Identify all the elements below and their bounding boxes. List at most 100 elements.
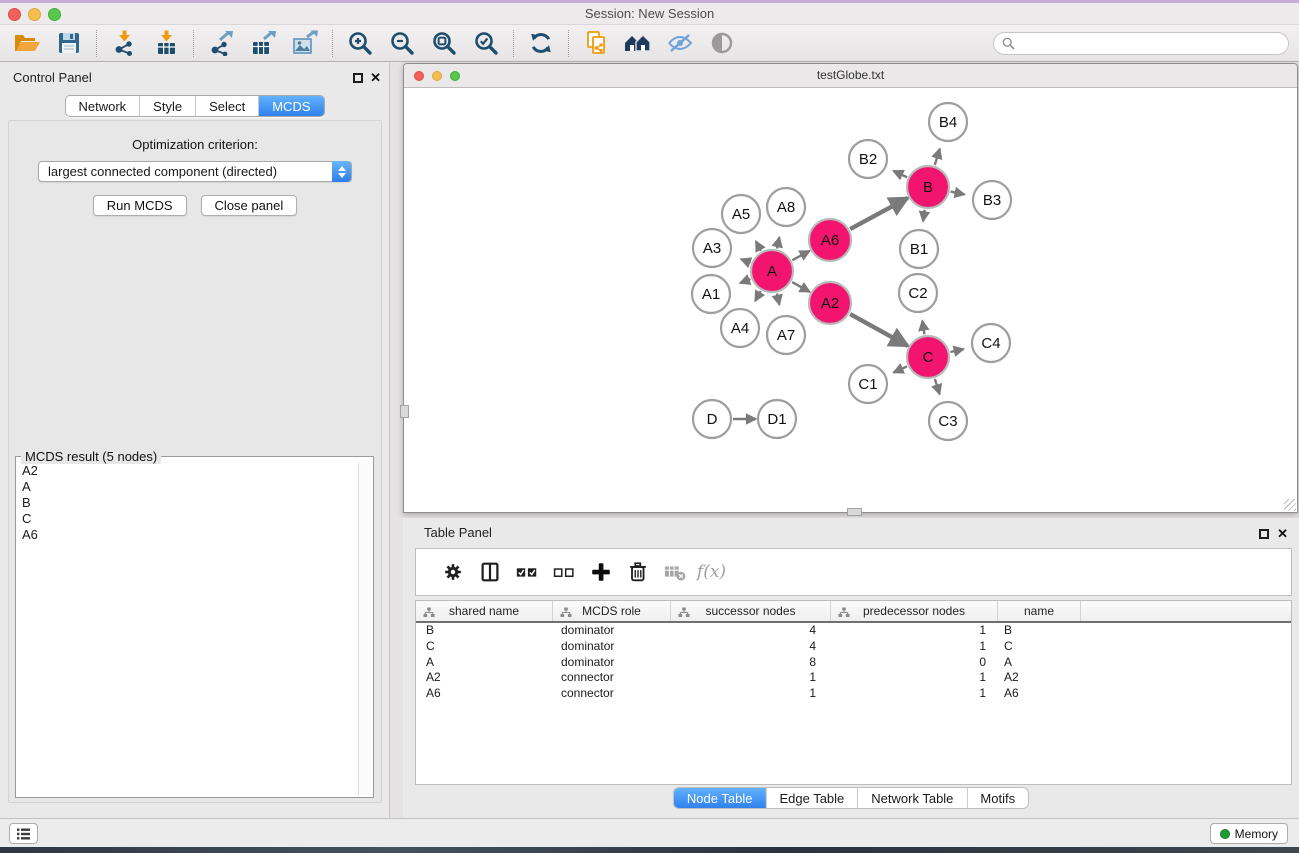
hide-panel-eye-slash-icon[interactable] (659, 28, 701, 59)
graph-node-D[interactable]: D (693, 400, 731, 438)
export-network-icon[interactable] (200, 28, 242, 59)
zoom-selected-icon[interactable] (465, 28, 507, 59)
graph-edge-A-A3[interactable] (741, 259, 751, 263)
float-panel-icon[interactable] (353, 73, 363, 83)
graph-node-B1[interactable]: B1 (900, 230, 938, 268)
cell-predecessor-nodes[interactable]: 1 (831, 639, 998, 655)
graph-edge-A-A6[interactable] (792, 251, 809, 260)
cell-shared-name[interactable]: B (416, 623, 553, 639)
graph-edge-A-A5[interactable] (756, 241, 761, 251)
tab-style[interactable]: Style (139, 96, 195, 116)
graph-edge-A2-C[interactable] (850, 314, 908, 346)
select-all-icon[interactable] (508, 555, 545, 589)
network-minimize-button[interactable] (432, 71, 442, 81)
tab-motifs[interactable]: Motifs (966, 788, 1028, 808)
graph-edge-A-A4[interactable] (755, 291, 761, 301)
graph-node-A5[interactable]: A5 (722, 195, 760, 233)
cell-successor-nodes[interactable]: 4 (671, 623, 831, 639)
cell-shared-name[interactable]: A2 (416, 670, 553, 686)
graph-node-B[interactable]: B (907, 166, 949, 208)
zoom-fit-icon[interactable] (423, 28, 465, 59)
zoom-window-button[interactable] (48, 8, 61, 21)
cell-predecessor-nodes[interactable]: 1 (831, 670, 998, 686)
graph-node-A2[interactable]: A2 (809, 282, 851, 324)
network-close-button[interactable] (414, 71, 424, 81)
graph-node-B4[interactable]: B4 (929, 103, 967, 141)
column-header-shared-name[interactable]: shared name (416, 601, 553, 621)
save-session-icon[interactable] (48, 28, 90, 59)
graph-node-C4[interactable]: C4 (972, 324, 1010, 362)
vertical-scroll-thumb[interactable] (400, 405, 409, 418)
column-header-successor-nodes[interactable]: successor nodes (671, 601, 831, 621)
cell-successor-nodes[interactable]: 1 (671, 670, 831, 686)
graph-node-C2[interactable]: C2 (899, 274, 937, 312)
task-history-button[interactable] (9, 823, 38, 844)
table-row-a6[interactable]: A6connector11A6 (416, 686, 1291, 702)
result-item-b[interactable]: B (18, 495, 357, 511)
graph-node-A8[interactable]: A8 (767, 188, 805, 226)
import-table-icon[interactable] (145, 28, 187, 59)
column-header-predecessor-nodes[interactable]: predecessor nodes (831, 601, 998, 621)
import-network-icon[interactable] (103, 28, 145, 59)
tab-network[interactable]: Network (65, 96, 139, 116)
result-item-c[interactable]: C (18, 511, 357, 527)
memory-button[interactable]: Memory (1210, 823, 1288, 844)
float-table-panel-icon[interactable] (1259, 529, 1269, 539)
tab-edge-table[interactable]: Edge Table (765, 788, 857, 808)
column-header-name[interactable]: name (998, 601, 1081, 621)
graph-edge-A6-B[interactable] (850, 198, 908, 229)
zoom-in-icon[interactable] (339, 28, 381, 59)
cell-successor-nodes[interactable]: 8 (671, 655, 831, 671)
export-table-icon[interactable] (242, 28, 284, 59)
table-settings-gear-icon[interactable] (434, 555, 471, 589)
graph-edge-A-A8[interactable] (777, 237, 779, 248)
graph-edge-C-C1[interactable] (894, 366, 907, 372)
show-panel-eye-icon[interactable] (701, 28, 743, 59)
cell-name[interactable]: C (998, 639, 1081, 655)
resize-grip-icon[interactable] (1284, 499, 1296, 511)
table-row-c[interactable]: Cdominator41C (416, 639, 1291, 655)
table-row-b[interactable]: Bdominator41B (416, 623, 1291, 639)
add-column-plus-icon[interactable] (582, 555, 619, 589)
cell-mcds-role[interactable]: dominator (553, 639, 671, 655)
clone-network-icon[interactable] (575, 28, 617, 59)
show-columns-icon[interactable] (471, 555, 508, 589)
refresh-layout-icon[interactable] (520, 28, 562, 59)
tab-mcds[interactable]: MCDS (258, 96, 323, 116)
graph-node-D1[interactable]: D1 (758, 400, 796, 438)
close-panel-icon[interactable]: ✕ (370, 70, 381, 86)
graph-node-A7[interactable]: A7 (767, 316, 805, 354)
cell-mcds-role[interactable]: connector (553, 686, 671, 702)
cell-shared-name[interactable]: A6 (416, 686, 553, 702)
graph-edge-A-A2[interactable] (792, 282, 810, 292)
tab-select[interactable]: Select (195, 96, 258, 116)
result-item-a[interactable]: A (18, 479, 357, 495)
graph-node-A4[interactable]: A4 (721, 309, 759, 347)
graph-node-C3[interactable]: C3 (929, 402, 967, 440)
tab-network-table[interactable]: Network Table (857, 788, 966, 808)
graph-edge-C-C4[interactable] (950, 349, 963, 352)
optimization-criterion-select[interactable]: largest connected component (directed) (38, 161, 352, 182)
graph-edge-A-A7[interactable] (777, 293, 779, 304)
search-input[interactable] (1019, 33, 1280, 54)
close-window-button[interactable] (8, 8, 21, 21)
cell-shared-name[interactable]: A (416, 655, 553, 671)
cell-predecessor-nodes[interactable]: 0 (831, 655, 998, 671)
table-row-a2[interactable]: A2connector11A2 (416, 670, 1291, 686)
cell-name[interactable]: A2 (998, 670, 1081, 686)
cell-name[interactable]: A6 (998, 686, 1081, 702)
minimize-window-button[interactable] (28, 8, 41, 21)
tab-node-table[interactable]: Node Table (674, 788, 766, 808)
mcds-result-scrollbar[interactable] (358, 463, 371, 795)
graph-edge-A-A1[interactable] (740, 279, 750, 283)
column-header-mcds-role[interactable]: MCDS role (553, 601, 671, 621)
cell-mcds-role[interactable]: connector (553, 670, 671, 686)
graph-node-A[interactable]: A (751, 250, 793, 292)
cell-name[interactable]: B (998, 623, 1081, 639)
deselect-all-icon[interactable] (545, 555, 582, 589)
graph-edge-B-B1[interactable] (923, 210, 925, 222)
open-session-icon[interactable] (6, 28, 48, 59)
result-item-a6[interactable]: A6 (18, 527, 357, 543)
cell-mcds-role[interactable]: dominator (553, 655, 671, 671)
table-row-a[interactable]: Adominator80A (416, 655, 1291, 671)
